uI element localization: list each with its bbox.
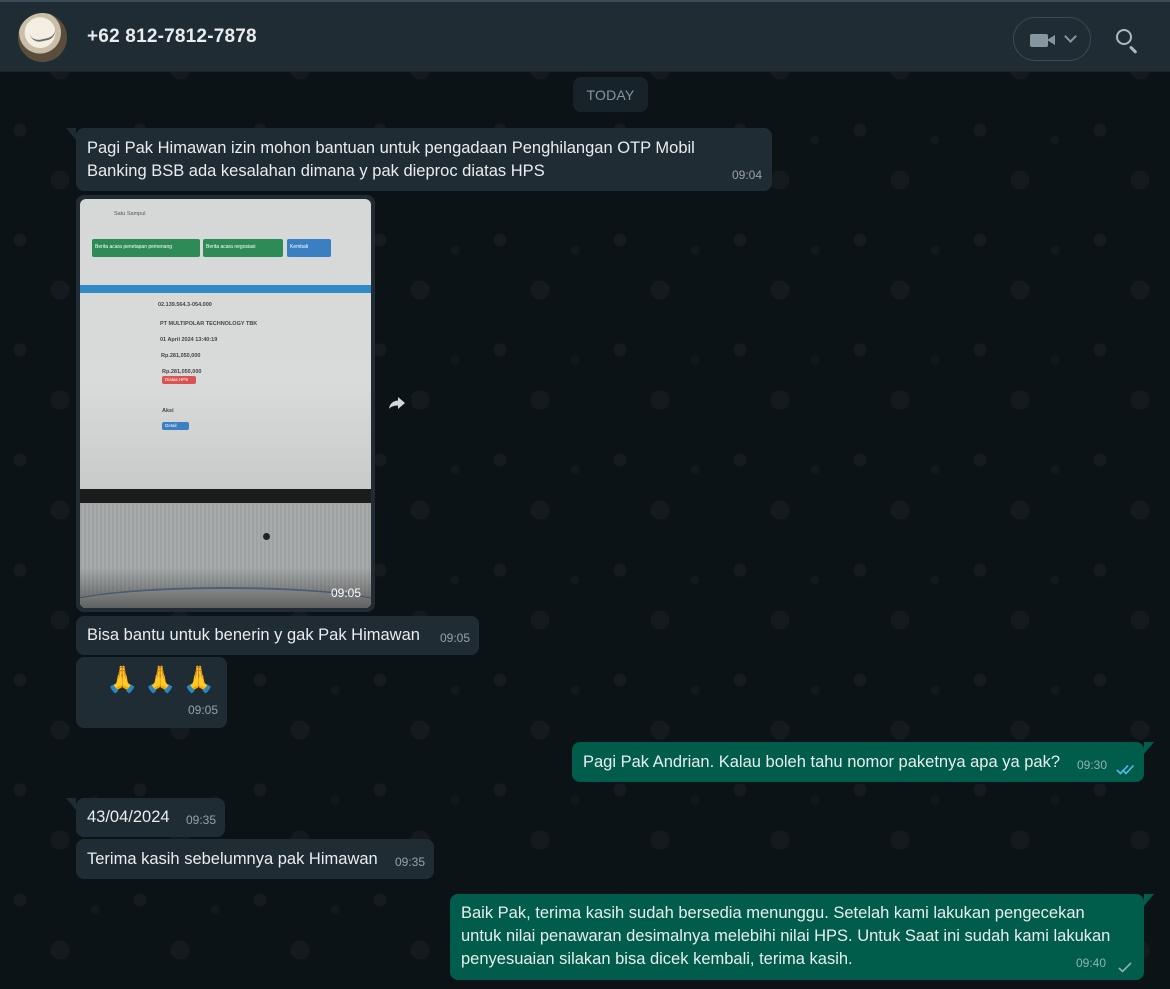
video-camera-icon: [1030, 34, 1048, 47]
message-bubble-incoming[interactable]: 43/04/2024 09:35: [76, 798, 225, 837]
video-call-button[interactable]: [1013, 17, 1091, 61]
photo-aksi-label: Aksi: [162, 408, 174, 414]
avatar-image: [28, 24, 58, 44]
bubble-tail: [66, 128, 76, 140]
double-check-read-icon: [1116, 764, 1135, 775]
message-text: Terima kasih sebelumnya pak Himawan: [87, 850, 378, 868]
message-text: Pagi Pak Andrian. Kalau boleh tahu nomor…: [583, 753, 1061, 771]
contact-name[interactable]: +62 812-7812-7878: [87, 26, 257, 48]
photo-text-line: 01 April 2024 13:40:19: [160, 337, 218, 343]
bubble-tail: [66, 798, 76, 810]
search-button[interactable]: [1113, 26, 1143, 56]
message-time: 09:05: [439, 631, 470, 645]
message-time: 09:05: [187, 703, 218, 717]
message-bubble-incoming[interactable]: Pagi Pak Himawan izin mohon bantuan untu…: [76, 128, 772, 191]
photo-text-line: Rp.281,050,000: [162, 369, 202, 375]
message-time: 09:05: [330, 586, 361, 600]
contact-avatar[interactable]: [18, 13, 67, 62]
date-divider: TODAY: [573, 77, 648, 112]
search-icon-handle: [1128, 45, 1138, 54]
photo-band: [80, 285, 371, 293]
message-bubble-incoming[interactable]: 🙏🙏🙏 09:05: [76, 657, 227, 728]
forward-button[interactable]: [382, 388, 412, 418]
photo-button: Kembali: [287, 239, 331, 257]
photo-heading: Satu Sampul: [114, 211, 146, 217]
message-text: Bisa bantu untuk benerin y gak Pak Himaw…: [87, 626, 420, 644]
search-icon: [1116, 29, 1132, 45]
photo-button: Berita acara negosiasi: [203, 239, 283, 257]
message-bubble-incoming[interactable]: Terima kasih sebelumnya pak Himawan 09:3…: [76, 839, 434, 879]
photo-detail-button: Detail: [162, 422, 189, 430]
message-text: 43/04/2024: [87, 808, 170, 826]
chat-header: +62 812-7812-7878: [0, 2, 1170, 72]
bubble-tail: [1144, 894, 1154, 906]
message-time: 09:04: [731, 168, 762, 182]
photo-text-line: Rp.281,050,000: [161, 353, 201, 359]
message-time: 09:35: [185, 813, 216, 827]
message-bubble-image[interactable]: Satu Sampul Berita acara penetapan pemen…: [76, 195, 375, 612]
photo-text-line: PT MULTIPOLAR TECHNOLOGY TBK: [160, 321, 258, 327]
monitor-bezel: [80, 489, 371, 503]
message-time: 09:35: [394, 855, 425, 869]
message-text: Pagi Pak Himawan izin mohon bantuan untu…: [87, 139, 695, 180]
message-bubble-outgoing[interactable]: Pagi Pak Andrian. Kalau boleh tahu nomor…: [572, 742, 1144, 782]
photo-text-line: 02.139.564.3-054.000: [158, 302, 212, 308]
single-check-sent-icon: [1118, 962, 1132, 973]
photo-scrim: [80, 568, 371, 608]
video-camera-lens: [1047, 35, 1055, 45]
prayer-hands-emoji: 🙏🙏🙏: [106, 665, 222, 695]
photo-button: Berita acara penetapan pemenang: [92, 239, 200, 257]
chevron-down-icon: [1064, 30, 1077, 43]
photo-status-tag: Diatas HPS: [162, 376, 196, 384]
bubble-tail: [1144, 742, 1154, 754]
message-bubble-incoming[interactable]: Bisa bantu untuk benerin y gak Pak Himaw…: [76, 616, 479, 655]
message-bubble-outgoing[interactable]: Baik Pak, terima kasih sudah bersedia me…: [450, 894, 1144, 980]
message-text: Baik Pak, terima kasih sudah bersedia me…: [461, 904, 1111, 968]
monitor-webcam: [263, 533, 270, 540]
attached-photo[interactable]: Satu Sampul Berita acara penetapan pemen…: [80, 199, 371, 608]
message-time: 09:30: [1076, 758, 1107, 772]
forward-arrow-icon: [389, 397, 405, 409]
message-time: 09:40: [1075, 956, 1106, 970]
